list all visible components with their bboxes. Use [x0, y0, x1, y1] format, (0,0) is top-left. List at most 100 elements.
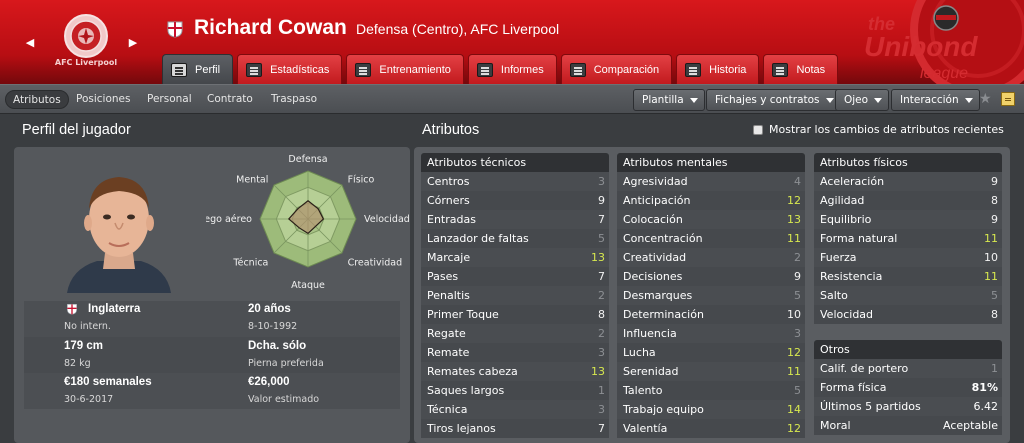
attribute-value: 5 — [794, 384, 801, 397]
height-value: 179 cm — [64, 340, 104, 352]
attribute-radar-chart: Defensa Físico Velocidad Creatividad Ataque T… — [206, 154, 410, 291]
attribute-row[interactable]: Lanzador de faltas 5 — [421, 229, 609, 248]
subtab-traspaso[interactable]: Traspaso — [264, 90, 324, 109]
physical-header: Atributos físicos — [814, 153, 1002, 172]
player-name: Richard Cowan — [194, 16, 347, 39]
tab-notas[interactable]: Notas — [763, 54, 839, 84]
tab-informes[interactable]: Informes — [467, 54, 557, 84]
attribute-row[interactable]: Colocación 13 — [617, 210, 805, 229]
attribute-name: Córners — [427, 194, 470, 207]
fichajes-dropdown[interactable]: Fichajes y contratos — [706, 89, 841, 111]
preferred-foot-label: Pierna preferida — [248, 358, 324, 369]
attribute-row[interactable]: Entradas 7 — [421, 210, 609, 229]
attribute-row[interactable]: Tiros lejanos 7 — [421, 419, 609, 438]
interaccion-dropdown[interactable]: Interacción — [891, 89, 980, 111]
attribute-value: 12 — [787, 346, 801, 359]
attribute-row[interactable]: Remates cabeza 13 — [421, 362, 609, 381]
nationality-value[interactable]: Inglaterra — [88, 303, 140, 315]
star-icon[interactable]: ★ — [979, 91, 992, 107]
attribute-row[interactable]: Saques largos 1 — [421, 381, 609, 400]
attribute-row[interactable]: Pases 7 — [421, 267, 609, 286]
estimated-value-label: Valor estimado — [248, 394, 320, 405]
attribute-name: Colocación — [623, 213, 683, 226]
attribute-value: 12 — [787, 194, 801, 207]
attribute-value: 5 — [794, 289, 801, 302]
contract-end-date: 30-6-2017 — [64, 394, 114, 405]
league-logo-line3: league — [920, 65, 968, 82]
tab-historia[interactable]: Historia — [676, 54, 760, 84]
tab-comparacion[interactable]: Comparación — [560, 54, 673, 84]
weight-value: 82 kg — [64, 358, 91, 369]
attribute-row[interactable]: Resistencia 11 — [814, 267, 1002, 286]
attribute-row[interactable]: Centros 3 — [421, 172, 609, 191]
attribute-value: 13 — [787, 213, 801, 226]
attributes-title: Atributos — [422, 122, 480, 138]
attribute-row[interactable]: Talento 5 — [617, 381, 805, 400]
attribute-row[interactable]: Calif. de portero 1 — [814, 359, 1002, 378]
attribute-row[interactable]: Forma natural 11 — [814, 229, 1002, 248]
chevron-right-icon[interactable]: ▶ — [126, 36, 140, 50]
attribute-row[interactable]: Últimos 5 partidos 6.42 — [814, 397, 1002, 416]
attribute-value: 1 — [598, 384, 605, 397]
attribute-row[interactable]: Agresividad 4 — [617, 172, 805, 191]
attribute-name: Centros — [427, 175, 470, 188]
attribute-name: Concentración — [623, 232, 703, 245]
attribute-row[interactable]: Córners 9 — [421, 191, 609, 210]
attribute-row[interactable]: Trabajo equipo 14 — [617, 400, 805, 419]
attribute-row[interactable]: Aceleración 9 — [814, 172, 1002, 191]
attribute-row[interactable]: Moral Aceptable — [814, 416, 1002, 435]
attribute-row[interactable]: Equilibrio 9 — [814, 210, 1002, 229]
attribute-value: 3 — [598, 403, 605, 416]
attribute-row[interactable]: Agilidad 8 — [814, 191, 1002, 210]
tab-entrenamiento[interactable]: Entrenamiento — [346, 54, 464, 84]
attribute-row[interactable]: Concentración 11 — [617, 229, 805, 248]
attribute-row[interactable]: Desmarques 5 — [617, 286, 805, 305]
attribute-row[interactable]: Serenidad 11 — [617, 362, 805, 381]
attribute-row[interactable]: Lucha 12 — [617, 343, 805, 362]
subtab-atributos[interactable]: Atributos — [5, 90, 69, 109]
show-changes-label[interactable]: Mostrar los cambios de atributos recient… — [769, 123, 1004, 136]
attribute-name: Influencia — [623, 327, 677, 340]
attribute-name: Moral — [820, 419, 851, 432]
estimated-value: €26,000 — [248, 376, 290, 388]
attribute-row[interactable]: Marcaje 13 — [421, 248, 609, 267]
attribute-row[interactable]: Velocidad 8 — [814, 305, 1002, 324]
attribute-row[interactable]: Regate 2 — [421, 324, 609, 343]
attribute-row[interactable]: Remate 3 — [421, 343, 609, 362]
player-subtitle[interactable]: Defensa (Centro), AFC Liverpool — [356, 21, 559, 37]
radar-label: Ataque — [291, 280, 325, 291]
attribute-row[interactable]: Penaltis 2 — [421, 286, 609, 305]
physical-attributes: Atributos físicos Aceleración 9 Agilidad 8 E… — [814, 153, 1002, 435]
attribute-name: Entradas — [427, 213, 476, 226]
mental-list: Agresividad 4 Anticipación 12 Colocación 13 Co… — [617, 172, 805, 438]
attribute-row[interactable]: Decisiones 9 — [617, 267, 805, 286]
attribute-value: 3 — [598, 175, 605, 188]
subtab-posiciones[interactable]: Posiciones — [69, 90, 137, 109]
attribute-name: Lucha — [623, 346, 656, 359]
ojeo-dropdown[interactable]: Ojeo — [835, 89, 890, 111]
attribute-row[interactable]: Técnica 3 — [421, 400, 609, 419]
tab-perfil[interactable]: Perfil — [162, 54, 234, 84]
attribute-row[interactable]: Creatividad 2 — [617, 248, 805, 267]
attribute-row[interactable]: Determinación 10 — [617, 305, 805, 324]
attribute-value: 11 — [984, 232, 998, 245]
attribute-row[interactable]: Valentía 12 — [617, 419, 805, 438]
attribute-row[interactable]: Fuerza 10 — [814, 248, 1002, 267]
club-crest-text: AFC Liverpool — [54, 58, 118, 67]
attribute-name: Últimos 5 partidos — [820, 400, 921, 413]
chevron-left-icon[interactable]: ◀ — [23, 36, 37, 50]
other-list: Calif. de portero 1 Forma física 81% Últimos… — [814, 359, 1002, 435]
tab-estadisticas[interactable]: Estadísticas — [237, 54, 343, 84]
attribute-row[interactable]: Forma física 81% — [814, 378, 1002, 397]
attribute-row[interactable]: Anticipación 12 — [617, 191, 805, 210]
attribute-name: Forma natural — [820, 232, 898, 245]
subtab-contrato[interactable]: Contrato — [200, 90, 260, 109]
attribute-row[interactable]: Primer Toque 8 — [421, 305, 609, 324]
plantilla-dropdown[interactable]: Plantilla — [633, 89, 705, 111]
subtab-personal[interactable]: Personal — [140, 90, 199, 109]
england-flag-icon — [67, 304, 77, 315]
attribute-row[interactable]: Influencia 3 — [617, 324, 805, 343]
attribute-row[interactable]: Salto 5 — [814, 286, 1002, 305]
note-icon[interactable] — [1001, 92, 1015, 106]
show-changes-checkbox[interactable] — [753, 125, 763, 135]
